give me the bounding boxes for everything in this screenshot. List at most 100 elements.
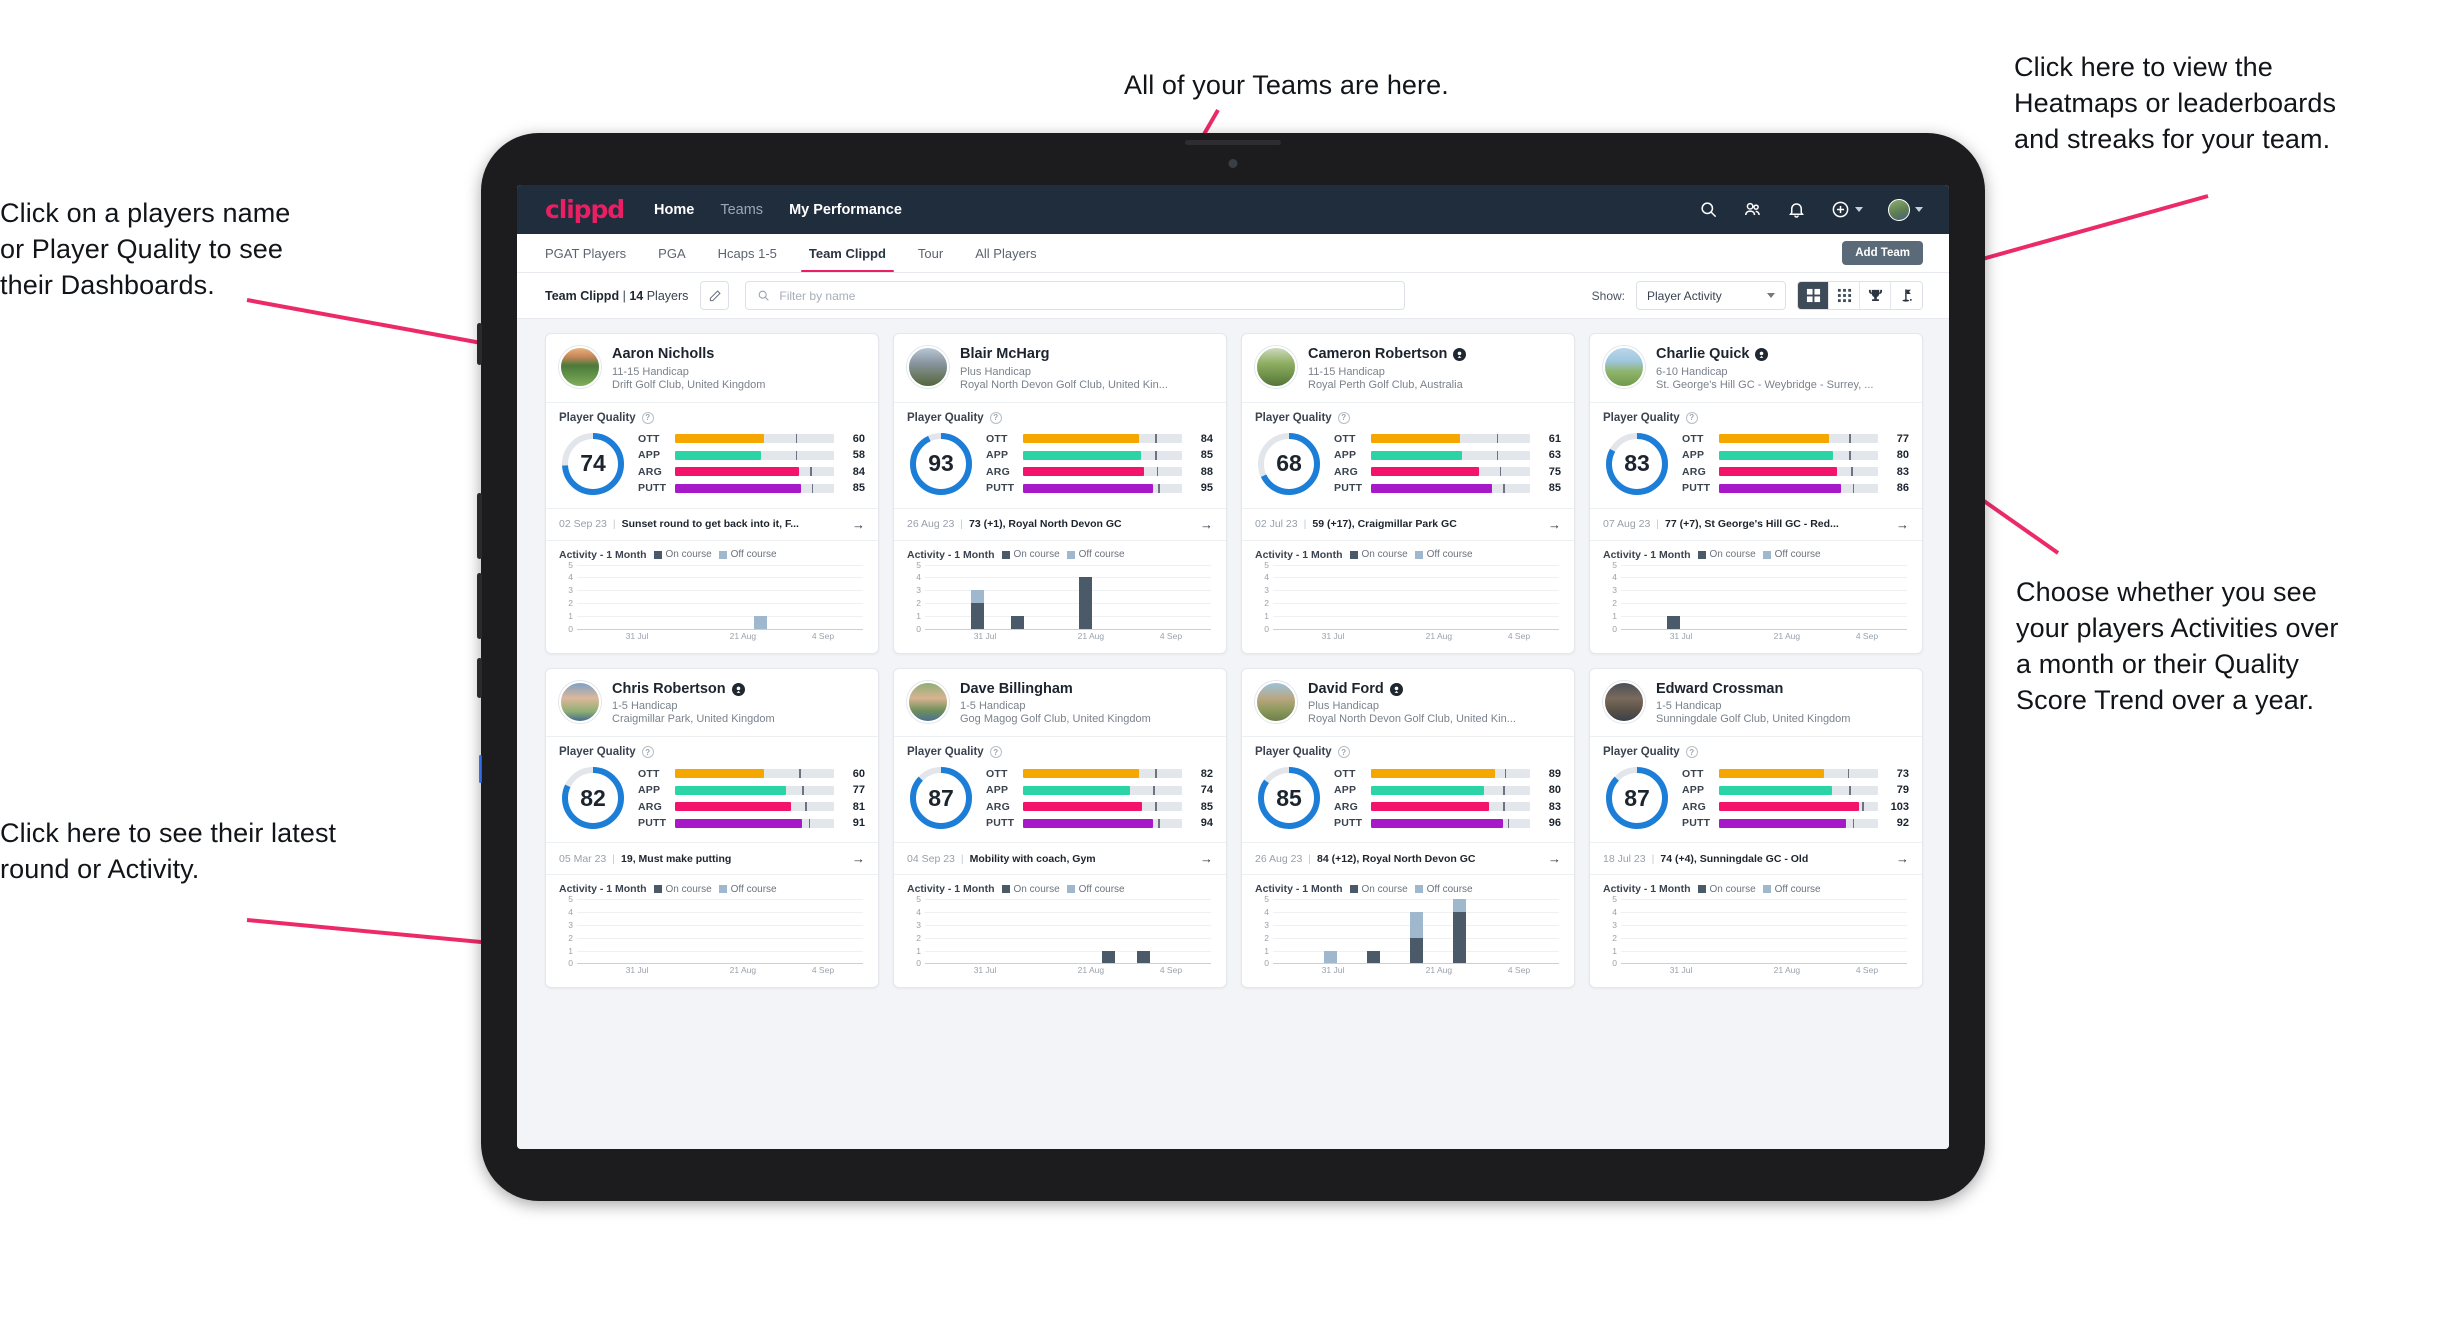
clippd-logo[interactable]: clippd bbox=[545, 195, 625, 224]
y-axis-label: 1 bbox=[1264, 610, 1269, 621]
player-name[interactable]: Aaron Nicholls bbox=[612, 346, 714, 363]
metric-bar-track bbox=[675, 802, 834, 812]
player-name[interactable]: Charlie Quick bbox=[1656, 346, 1749, 363]
metric-benchmark-tick bbox=[795, 450, 798, 460]
player-quality-section[interactable]: Player Quality ? 82 OTT 60 APP 77 ARG 81… bbox=[546, 736, 878, 842]
player-card-header[interactable]: Charlie Quick 6-10 Handicap St. George's… bbox=[1590, 334, 1922, 402]
player-name[interactable]: David Ford bbox=[1308, 681, 1384, 698]
player-card-header[interactable]: Chris Robertson 1-5 Handicap Craigmillar… bbox=[546, 669, 878, 737]
user-menu[interactable] bbox=[1888, 198, 1923, 221]
search-input-wrapper[interactable] bbox=[745, 281, 1406, 310]
grid-view-icon[interactable] bbox=[1798, 282, 1829, 309]
avatar[interactable] bbox=[1255, 680, 1297, 723]
player-card[interactable]: Blair McHarg Plus Handicap Royal North D… bbox=[893, 333, 1227, 654]
player-quality-section[interactable]: Player Quality ? 87 OTT 73 APP 79 ARG 10… bbox=[1590, 736, 1922, 842]
avatar[interactable] bbox=[559, 680, 601, 723]
player-card[interactable]: Dave Billingham 1-5 Handicap Gog Magog G… bbox=[893, 667, 1227, 989]
tab-pgat-players[interactable]: PGAT Players bbox=[545, 234, 642, 272]
player-card-header[interactable]: Blair McHarg Plus Handicap Royal North D… bbox=[894, 334, 1226, 402]
latest-round-row[interactable]: 02 Jul 23 | 59 (+17), Craigmillar Park G… bbox=[1242, 507, 1574, 540]
tab-hcaps-1-5[interactable]: Hcaps 1-5 bbox=[702, 234, 793, 272]
tab-all-players[interactable]: All Players bbox=[959, 234, 1052, 272]
player-quality-section[interactable]: Player Quality ? 83 OTT 77 APP 80 ARG 83… bbox=[1590, 401, 1922, 508]
gridline bbox=[925, 912, 1211, 914]
help-icon[interactable]: ? bbox=[989, 746, 1002, 759]
arrow-right-icon[interactable]: → bbox=[1542, 851, 1561, 866]
avatar[interactable] bbox=[559, 346, 601, 388]
latest-round-row[interactable]: 18 Jul 23 | 74 (+4), Sunningdale GC - Ol… bbox=[1590, 842, 1922, 874]
arrow-right-icon[interactable]: → bbox=[1542, 517, 1561, 532]
latest-round-row[interactable]: 26 Aug 23 | 84 (+12), Royal North Devon … bbox=[1242, 842, 1574, 874]
arrow-right-icon[interactable]: → bbox=[1194, 851, 1213, 866]
avatar[interactable] bbox=[1255, 346, 1297, 388]
arrow-right-icon[interactable]: → bbox=[1890, 517, 1909, 532]
latest-round-row[interactable]: 26 Aug 23 | 73 (+1), Royal North Devon G… bbox=[894, 507, 1226, 540]
avatar[interactable] bbox=[907, 680, 949, 723]
player-card-header[interactable]: Cameron Robertson 11-15 Handicap Royal P… bbox=[1242, 334, 1574, 402]
y-axis-label: 2 bbox=[1612, 932, 1617, 943]
player-quality-section[interactable]: Player Quality ? 85 OTT 89 APP 80 ARG 83… bbox=[1242, 736, 1574, 842]
player-quality-section[interactable]: Player Quality ? 74 OTT 60 APP 58 ARG 84… bbox=[546, 401, 878, 508]
tab-team-clippd[interactable]: Team Clippd bbox=[793, 234, 902, 272]
player-card[interactable]: David Ford Plus Handicap Royal North Dev… bbox=[1241, 667, 1575, 989]
y-axis: 0 1 2 34 5 bbox=[1255, 894, 1269, 968]
nav-link-my-performance[interactable]: My Performance bbox=[789, 202, 902, 218]
player-quality-section[interactable]: Player Quality ? 68 OTT 61 APP 63 ARG 75… bbox=[1242, 401, 1574, 508]
player-card-header[interactable]: David Ford Plus Handicap Royal North Dev… bbox=[1242, 669, 1574, 737]
arrow-right-icon[interactable]: → bbox=[1194, 517, 1213, 532]
trophy-view-icon[interactable] bbox=[1860, 282, 1891, 309]
plus-circle-icon[interactable] bbox=[1831, 200, 1850, 219]
metric-benchmark-tick bbox=[1849, 450, 1851, 460]
player-name[interactable]: Edward Crossman bbox=[1656, 681, 1783, 698]
player-name[interactable]: Cameron Robertson bbox=[1308, 346, 1447, 363]
nav-link-teams[interactable]: Teams bbox=[720, 202, 763, 218]
legend-off-course: Off course bbox=[718, 884, 777, 895]
help-icon[interactable]: ? bbox=[641, 411, 654, 424]
player-name[interactable]: Chris Robertson bbox=[612, 681, 726, 698]
tab-tour[interactable]: Tour bbox=[902, 234, 959, 272]
dots-grid-view-icon[interactable] bbox=[1829, 282, 1860, 309]
player-quality-section[interactable]: Player Quality ? 93 OTT 84 APP 85 ARG 88… bbox=[894, 401, 1226, 508]
player-card[interactable]: Charlie Quick 6-10 Handicap St. George's… bbox=[1589, 333, 1923, 654]
latest-round-row[interactable]: 04 Sep 23 | Mobility with coach, Gym → bbox=[894, 842, 1226, 874]
y-axis-label: 2 bbox=[568, 598, 573, 609]
show-select[interactable]: Player Activity bbox=[1636, 281, 1786, 310]
help-icon[interactable]: ? bbox=[1337, 411, 1350, 424]
help-icon[interactable]: ? bbox=[1685, 746, 1698, 759]
bell-icon[interactable] bbox=[1787, 200, 1806, 219]
player-card-header[interactable]: Dave Billingham 1-5 Handicap Gog Magog G… bbox=[894, 669, 1226, 737]
player-name[interactable]: Dave Billingham bbox=[960, 681, 1073, 698]
avatar[interactable] bbox=[907, 346, 949, 388]
help-icon[interactable]: ? bbox=[1337, 746, 1350, 759]
player-card-header[interactable]: Edward Crossman 1-5 Handicap Sunningdale… bbox=[1590, 669, 1922, 737]
search-input[interactable] bbox=[779, 288, 1394, 303]
y-axis-label: 5 bbox=[916, 559, 921, 570]
nav-link-home[interactable]: Home bbox=[654, 202, 694, 218]
player-quality-section[interactable]: Player Quality ? 87 OTT 82 APP 74 ARG 85… bbox=[894, 736, 1226, 842]
add-menu[interactable] bbox=[1831, 200, 1863, 219]
player-card-header[interactable]: Aaron Nicholls 11-15 Handicap Drift Golf… bbox=[546, 334, 878, 402]
people-icon[interactable] bbox=[1743, 200, 1762, 219]
player-card[interactable]: Edward Crossman 1-5 Handicap Sunningdale… bbox=[1589, 667, 1923, 989]
player-card[interactable]: Aaron Nicholls 11-15 Handicap Drift Golf… bbox=[545, 333, 879, 654]
player-card[interactable]: Cameron Robertson 11-15 Handicap Royal P… bbox=[1241, 333, 1575, 654]
flag-view-icon[interactable] bbox=[1891, 282, 1922, 309]
arrow-right-icon[interactable]: → bbox=[1890, 851, 1909, 866]
arrow-right-icon[interactable]: → bbox=[846, 517, 865, 532]
player-name[interactable]: Blair McHarg bbox=[960, 346, 1049, 363]
help-icon[interactable]: ? bbox=[989, 411, 1002, 424]
player-card[interactable]: Chris Robertson 1-5 Handicap Craigmillar… bbox=[545, 667, 879, 989]
avatar[interactable] bbox=[1603, 346, 1645, 388]
latest-round-row[interactable]: 05 Mar 23 | 19, Must make putting → bbox=[546, 842, 878, 874]
tab-pga[interactable]: PGA bbox=[642, 234, 701, 272]
help-icon[interactable]: ? bbox=[1685, 411, 1698, 424]
search-icon[interactable] bbox=[1699, 200, 1718, 219]
add-team-button[interactable]: Add Team bbox=[1842, 241, 1923, 265]
avatar[interactable] bbox=[1603, 680, 1645, 723]
avatar[interactable] bbox=[1888, 198, 1910, 221]
latest-round-row[interactable]: 02 Sep 23 | Sunset round to get back int… bbox=[546, 507, 878, 540]
latest-round-row[interactable]: 07 Aug 23 | 77 (+7), St George's Hill GC… bbox=[1590, 507, 1922, 540]
arrow-right-icon[interactable]: → bbox=[846, 851, 865, 866]
edit-team-button[interactable] bbox=[700, 281, 730, 310]
help-icon[interactable]: ? bbox=[641, 746, 654, 759]
